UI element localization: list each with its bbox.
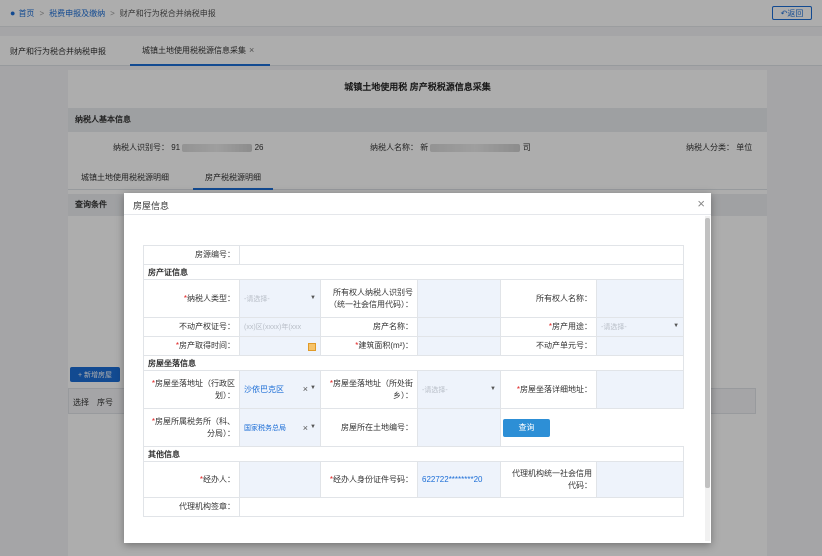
- unit-no-input[interactable]: [595, 336, 685, 356]
- agency-code-input[interactable]: [595, 461, 685, 498]
- house-info-dialog: 房屋信息 × 房源编号： 房产证信息 *纳税人类型： -请选择- ▼ 所有权人纳…: [124, 193, 711, 543]
- dropdown-arrow-icon: ▼: [310, 385, 316, 391]
- house-name-input[interactable]: [417, 317, 501, 337]
- owner-id-input[interactable]: [417, 279, 501, 318]
- cert-no-placeholder: (xx)区(xxxx)年(xxx: [244, 324, 302, 331]
- agency-seal-field: [238, 497, 685, 517]
- clear-icon[interactable]: ×: [303, 423, 308, 433]
- house-use-select[interactable]: -请选择- ▼: [595, 317, 685, 337]
- dropdown-arrow-icon: ▼: [673, 323, 680, 329]
- area-field-label: *建筑面积(m²)：: [320, 336, 418, 356]
- tax-office-select[interactable]: 国家税务总局 ▼ ×: [239, 408, 321, 447]
- cert-info-section: 房产证信息: [142, 264, 685, 280]
- close-icon[interactable]: ×: [697, 196, 705, 211]
- label-text: 建筑面积(m²)：: [358, 341, 413, 350]
- tax-office-field-label: *房屋所属税务所（科、分局）：: [143, 408, 240, 447]
- handler-id-input[interactable]: 622722********20: [417, 461, 501, 498]
- detail-address-input[interactable]: [595, 370, 685, 409]
- calendar-icon[interactable]: [308, 342, 316, 351]
- label-text: 房屋坐落详细地址：: [520, 384, 592, 394]
- owner-name-input[interactable]: [595, 279, 685, 318]
- source-no-label: 房源编号：: [143, 245, 240, 265]
- scrollbar-thumb[interactable]: [705, 218, 710, 488]
- query-cell: 查询: [501, 409, 684, 447]
- label-text: 房屋坐落地址（所处街乡）：: [333, 378, 413, 400]
- detail-address-field-label: *房屋坐落详细地址：: [500, 370, 597, 409]
- query-button[interactable]: 查询: [503, 418, 550, 437]
- house-info-form: 房源编号： 房产证信息 *纳税人类型： -请选择- ▼ 所有权人纳税人识别号（统…: [142, 245, 685, 517]
- district-value: 沙依巴克区: [244, 385, 284, 394]
- house-use-placeholder: -请选择-: [601, 324, 627, 331]
- dialog-header: 房屋信息 ×: [124, 193, 711, 215]
- owner-id-label: 所有权人纳税人识别号（统一社会信用代码）：: [320, 279, 418, 318]
- cert-no-label: 不动产权证号：: [143, 317, 240, 337]
- owner-name-label: 所有权人名称：: [500, 279, 597, 318]
- house-use-field-label: *房产用途：: [500, 317, 597, 337]
- label-text: 经办人：: [203, 474, 235, 484]
- taxpayer-type-placeholder: -请选择-: [244, 295, 270, 303]
- agency-code-label: 代理机构统一社会信用代码：: [500, 461, 597, 498]
- label-text: 房屋所属税务所（科、分局）：: [155, 416, 235, 438]
- district-field-label: *房屋坐落地址（行政区划）：: [143, 370, 240, 409]
- street-placeholder: -请选择-: [422, 386, 448, 394]
- location-info-section: 房屋坐落信息: [142, 355, 685, 371]
- land-no-input[interactable]: [417, 408, 501, 447]
- street-field-label: *房屋坐落地址（所处街乡）：: [320, 370, 418, 409]
- cert-no-input[interactable]: (xx)区(xxxx)年(xxx: [239, 317, 321, 337]
- handler-id-value: 622722********20: [422, 475, 483, 484]
- land-no-label: 房屋所在土地编号：: [320, 408, 418, 447]
- label-text: 房屋坐落地址（行政区划）：: [155, 378, 235, 400]
- area-input[interactable]: [417, 336, 501, 356]
- clear-icon[interactable]: ×: [303, 384, 308, 394]
- handler-id-field-label: *经办人身份证件号码：: [320, 461, 418, 498]
- handler-field-label: *经办人：: [143, 461, 240, 498]
- label-text: 房产取得时间：: [179, 341, 235, 350]
- unit-no-label: 不动产单元号：: [500, 336, 597, 356]
- taxpayer-type-select[interactable]: -请选择- ▼: [239, 279, 321, 318]
- label-text: 房产用途：: [552, 322, 592, 331]
- dropdown-arrow-icon: ▼: [310, 294, 316, 301]
- tax-office-value: 国家税务总局: [244, 424, 286, 432]
- taxpayer-type-field-label: *纳税人类型：: [143, 279, 240, 318]
- dropdown-arrow-icon: ▼: [310, 423, 316, 430]
- handler-input[interactable]: [239, 461, 321, 498]
- district-select[interactable]: 沙依巴克区 ▼ ×: [239, 370, 321, 409]
- house-name-label: 房产名称：: [320, 317, 418, 337]
- source-no-field: [238, 245, 685, 265]
- label-text: 经办人身份证件号码：: [333, 474, 413, 484]
- label-text: 纳税人类型：: [187, 293, 235, 303]
- other-info-section: 其他信息: [142, 446, 685, 462]
- agency-seal-label: 代理机构签章：: [143, 497, 240, 517]
- dropdown-arrow-icon: ▼: [490, 385, 496, 392]
- acquire-time-field-label: *房产取得时间：: [143, 336, 240, 356]
- acquire-time-input[interactable]: [239, 336, 321, 356]
- dialog-scrollbar[interactable]: [705, 216, 710, 541]
- dialog-title: 房屋信息: [133, 201, 170, 211]
- street-select[interactable]: -请选择- ▼: [417, 370, 501, 409]
